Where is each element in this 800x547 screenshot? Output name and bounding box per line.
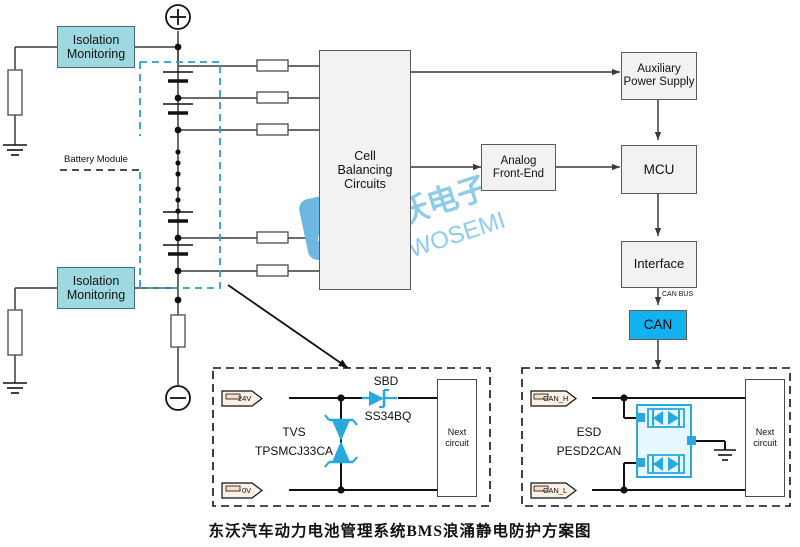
analog-front-end-block[interactable]: Analog Front-End: [481, 144, 556, 191]
diagram-canvas: 东沃电子 DOWOSEMI Isolation Monitoring Isola…: [0, 0, 800, 547]
can-block[interactable]: CAN: [629, 310, 687, 340]
tap-resistors: [256, 59, 289, 277]
interface-block[interactable]: Interface: [621, 241, 697, 288]
tvs-label-line2: TPSMCJ33CA: [254, 444, 334, 458]
dot-cell2: [174, 126, 182, 134]
next-circuit-esd[interactable]: Next circuit: [745, 379, 785, 497]
dot-bottom-node: [174, 296, 182, 304]
next-esd-line2: circuit: [753, 438, 777, 448]
battery-module-boundary: [60, 61, 221, 289]
isolation-bottom-line2: Monitoring: [66, 288, 126, 302]
resistor-iso-bottom: [7, 309, 23, 356]
afe-line1: Analog: [500, 154, 537, 167]
pin-label-0v: 0V: [242, 486, 252, 495]
auxiliary-power-supply-block[interactable]: Auxiliary Power Supply: [621, 52, 697, 100]
can-label: CAN: [643, 317, 673, 333]
resistor-tap-5: [256, 264, 289, 277]
cbc-line2: Balancing: [337, 163, 393, 177]
pesd2can-symbol: [636, 404, 696, 478]
ground-symbol-bottom: [3, 382, 27, 394]
isolation-monitoring-top[interactable]: Isolation Monitoring: [57, 26, 135, 68]
aux-line1: Auxiliary: [637, 63, 681, 76]
cell-balancing-circuits-block[interactable]: Cell Balancing Circuits: [319, 50, 411, 290]
pin-label-can-l: CAN_L: [543, 486, 568, 495]
sbd-diode-symbol: [362, 388, 397, 409]
ground-symbol-top: [3, 144, 27, 156]
isolation-bottom-line1: Isolation: [72, 274, 120, 288]
next-tvs-line1: Next: [447, 426, 467, 437]
pin-label-can-h: CAN_H: [543, 394, 569, 403]
mcu-block[interactable]: MCU: [621, 145, 697, 194]
dot-cell4: [174, 267, 182, 275]
esd-label-line1: ESD: [576, 425, 602, 439]
interface-label: Interface: [633, 256, 685, 272]
isolation-monitoring-bottom[interactable]: Isolation Monitoring: [57, 267, 135, 309]
isolation-top-line1: Isolation: [72, 33, 120, 47]
dot-cell3: [174, 234, 182, 242]
next-circuit-tvs[interactable]: Next circuit: [437, 379, 477, 497]
mcu-label: MCU: [643, 161, 675, 177]
aux-line2: Power Supply: [623, 76, 695, 88]
resistor-tap-4: [256, 231, 289, 244]
cbc-line1: Cell: [354, 149, 376, 163]
diagram-title: 东沃汽车动力电池管理系统BMS浪涌静电防护方案图: [208, 523, 592, 540]
isolation-resistors: [7, 69, 186, 356]
resistor-tap-1: [256, 59, 289, 72]
callout-arrow-tvs: [227, 284, 349, 369]
isolation-top-line2: Monitoring: [66, 47, 126, 61]
esd-ground-symbol: [714, 449, 736, 461]
cbc-line3: Circuits: [344, 177, 386, 191]
resistor-tap-3: [256, 123, 289, 136]
pin-label-24v: 24V: [238, 394, 252, 403]
esd-part-number: PESD2CAN: [556, 444, 622, 458]
battery-module-label: Battery Module: [64, 154, 128, 165]
resistor-pack-bottom: [170, 314, 186, 348]
dot-top-node: [174, 43, 182, 51]
next-tvs-line2: circuit: [445, 438, 469, 448]
can-bus-label: CAN BUS: [662, 291, 694, 298]
sbd-part-number: SS34BQ: [364, 409, 412, 423]
sbd-label: SBD: [373, 374, 399, 388]
resistor-iso-top: [7, 69, 23, 116]
afe-line2: Front-End: [492, 167, 545, 180]
next-esd-line1: Next: [755, 426, 775, 437]
dot-cell1: [174, 94, 182, 102]
tvs-label-line1: TVS: [282, 425, 306, 439]
resistor-tap-2: [256, 91, 289, 104]
